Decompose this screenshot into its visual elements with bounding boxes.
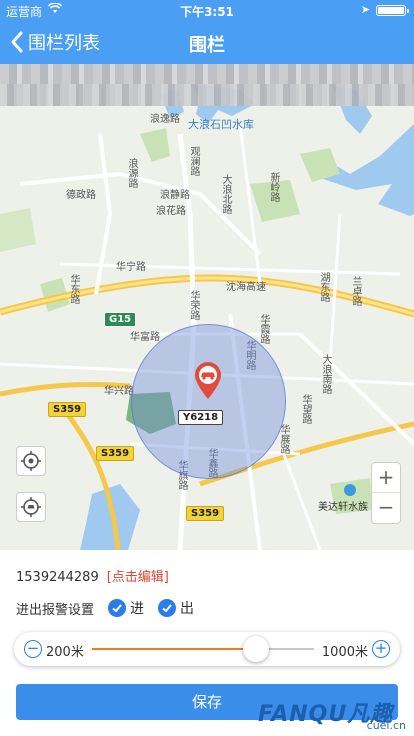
device-row: 1539244289 [点击编辑] bbox=[16, 566, 169, 585]
map-label: 德政路 bbox=[66, 190, 96, 201]
map-label: 华荣路 bbox=[188, 290, 199, 320]
map-label: 华宁路 bbox=[116, 262, 146, 273]
car-target-icon bbox=[21, 497, 41, 517]
map-label: 浪源路 bbox=[126, 158, 137, 188]
watermark-logo: FANQU凡趣 cuel.cn bbox=[246, 692, 414, 736]
map-label: 浪静路 bbox=[160, 190, 190, 201]
poi-icon bbox=[344, 484, 356, 496]
map-label: 兰卓路 bbox=[350, 276, 361, 306]
map-label: 华兴路 bbox=[104, 386, 134, 397]
map-label: 华望路 bbox=[300, 394, 311, 424]
radius-slider-thumb[interactable] bbox=[243, 636, 270, 662]
status-bar: 运营商 下午3:51 ➤ bbox=[0, 0, 414, 20]
radius-max-label: 1000米 bbox=[321, 645, 368, 660]
chevron-left-icon bbox=[11, 31, 23, 53]
map-poi-label: 美达轩水族 bbox=[318, 502, 368, 513]
map-label: 浪逸路 bbox=[150, 114, 180, 125]
radius-decrease-button[interactable]: − bbox=[24, 640, 42, 658]
map-label: 沈海高速 bbox=[226, 282, 266, 293]
radius-min-label: 200米 bbox=[46, 645, 84, 660]
zoom-in-button[interactable]: + bbox=[372, 463, 400, 493]
alarm-in-checkbox[interactable]: 进 bbox=[108, 598, 144, 618]
map-label: 观澜路 bbox=[188, 146, 199, 176]
locate-me-button[interactable] bbox=[16, 446, 46, 476]
map-label: 华富路 bbox=[130, 332, 160, 343]
alarm-out-label: 出 bbox=[180, 601, 195, 617]
crosshair-icon bbox=[21, 451, 41, 471]
alarm-out-checkbox[interactable]: 出 bbox=[158, 598, 194, 618]
highway-shield: G15 bbox=[104, 312, 137, 327]
header: 运营商 下午3:51 ➤ 围栏列表 围栏 bbox=[0, 0, 414, 64]
map-label: 新岭路 bbox=[268, 172, 279, 202]
alarm-settings-row: 进出报警设置 进 出 bbox=[16, 596, 194, 620]
check-icon bbox=[108, 599, 127, 617]
alarm-in-label: 进 bbox=[130, 601, 145, 617]
road-shield: S359 bbox=[48, 402, 87, 417]
location-arrow-icon: ➤ bbox=[360, 3, 370, 16]
map-label: 大浪北路 bbox=[220, 174, 231, 214]
edit-link[interactable]: [点击编辑] bbox=[107, 570, 169, 585]
zoom-out-button[interactable]: − bbox=[372, 493, 400, 523]
locate-car-button[interactable] bbox=[16, 492, 46, 522]
car-location-pin-icon[interactable] bbox=[193, 360, 223, 400]
map-label: 湖东路 bbox=[318, 272, 329, 302]
alarm-label: 进出报警设置 bbox=[16, 602, 95, 618]
radius-increase-button[interactable]: + bbox=[372, 640, 390, 658]
zoom-control: + − bbox=[371, 462, 401, 524]
nav-bar: 围栏列表 围栏 bbox=[0, 20, 414, 64]
check-icon bbox=[158, 599, 177, 617]
map-label: 浪花路 bbox=[156, 206, 186, 217]
device-phone: 1539244289 bbox=[16, 570, 99, 585]
radius-slider-track[interactable] bbox=[92, 636, 314, 662]
watermark-url: cuel.cn bbox=[366, 719, 406, 732]
blurred-address-bar bbox=[0, 64, 414, 106]
battery-icon bbox=[376, 5, 409, 16]
road-shield: S359 bbox=[186, 506, 225, 521]
back-button[interactable]: 围栏列表 bbox=[10, 30, 100, 54]
back-label: 围栏列表 bbox=[28, 33, 100, 54]
map-label: 大浪石凹水库 bbox=[188, 118, 254, 131]
map-label: 华霞路 bbox=[258, 314, 269, 344]
map-label: 大浪南路 bbox=[320, 354, 331, 394]
radius-slider-fill bbox=[92, 648, 257, 650]
map-label: 华东路 bbox=[68, 274, 79, 304]
radius-slider-card: − 200米 1000米 + bbox=[14, 632, 400, 666]
road-shield: Y6218 bbox=[178, 410, 224, 425]
clock: 下午3:51 bbox=[180, 5, 234, 19]
fence-circle[interactable] bbox=[131, 324, 286, 479]
map-view[interactable]: 浪逸路 大浪石凹水库 观澜路 德政路 浪静路 浪花路 大浪北路 新岭路 浪源路 … bbox=[0, 64, 414, 550]
road-shield: S359 bbox=[96, 446, 135, 461]
